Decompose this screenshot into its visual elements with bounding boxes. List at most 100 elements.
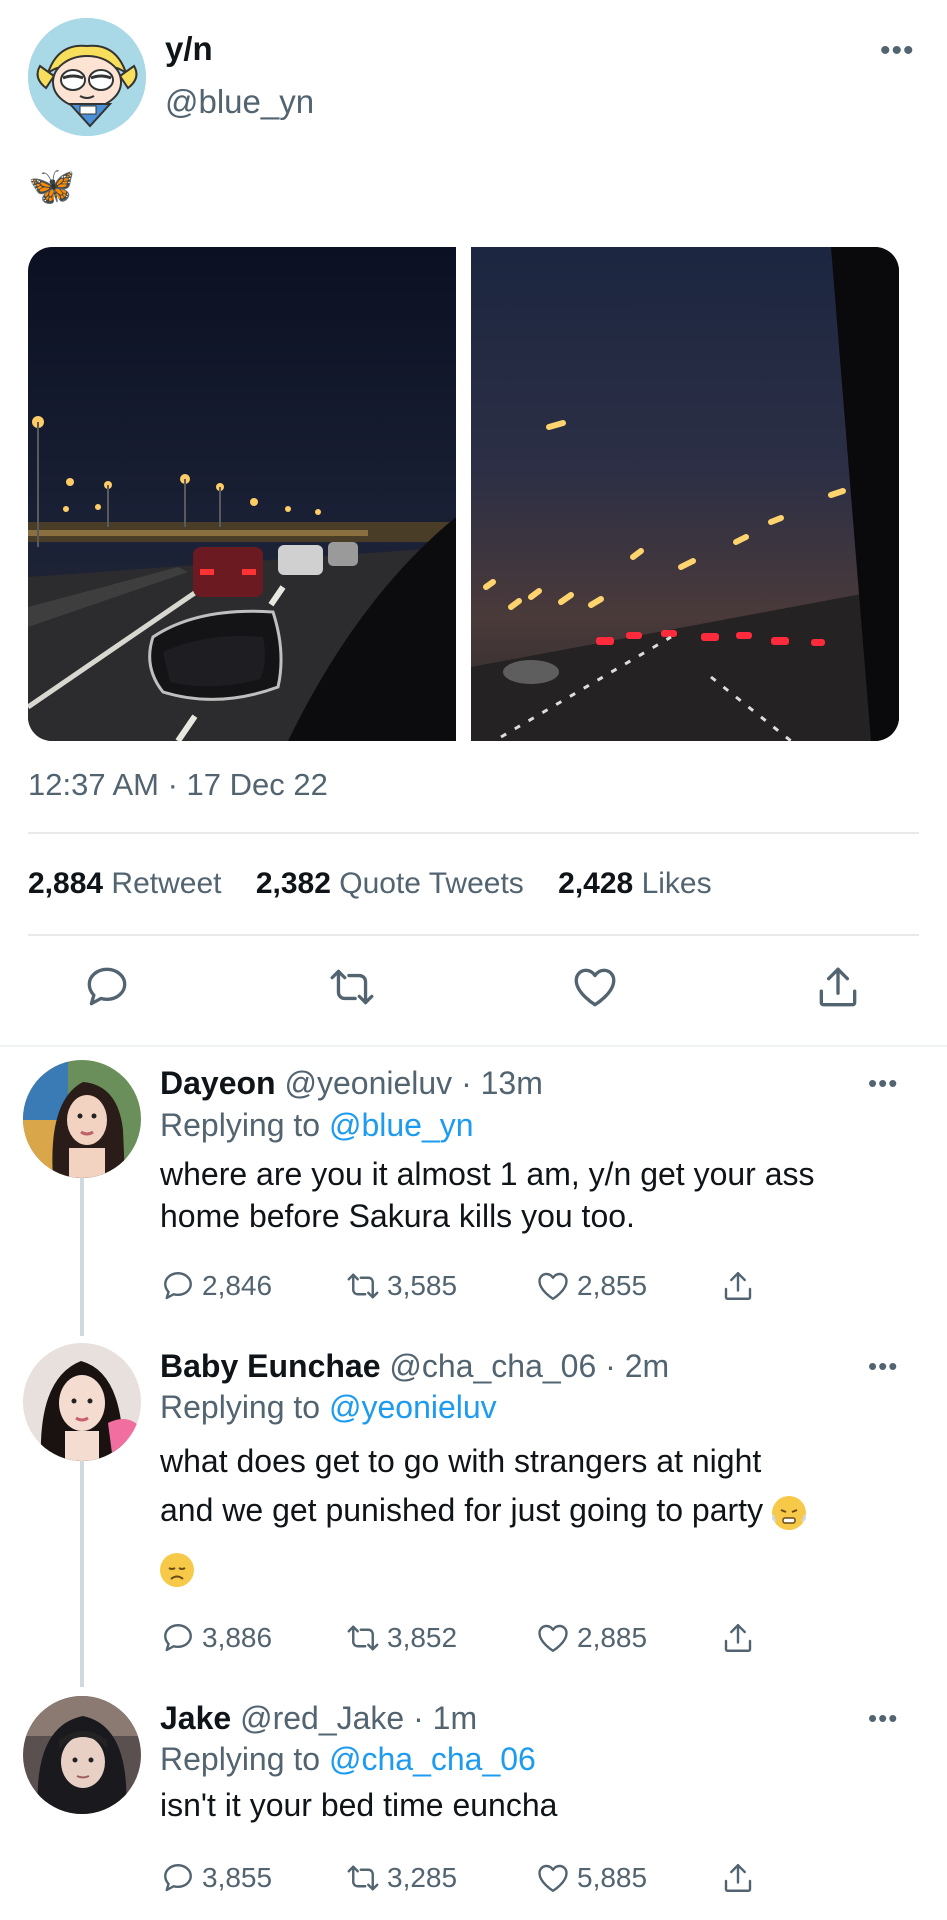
heart-icon	[538, 1272, 568, 1300]
reply-header: Jake @red_Jake · 1m	[160, 1700, 477, 1737]
heart-icon	[574, 968, 616, 1007]
more-dots-icon[interactable]: •••	[868, 1353, 898, 1379]
reply-text-line: what does get to go with strangers at ni…	[160, 1443, 762, 1479]
retweet-count: 3,285	[387, 1862, 458, 1893]
reply-author-name[interactable]: Dayeon	[160, 1065, 276, 1101]
powerpuff-avatar-image	[28, 18, 146, 136]
like-count: 5,885	[577, 1862, 648, 1893]
like-button[interactable]: 5,885	[535, 1858, 647, 1898]
speech-bubble-icon	[87, 967, 127, 1006]
mention-link[interactable]: @blue_yn	[329, 1107, 474, 1143]
reply-button[interactable]: 3,886	[160, 1618, 272, 1658]
disappointed-face-emoji-icon	[160, 1552, 194, 1587]
tweet-text: 🦋	[28, 168, 75, 206]
more-dots-icon[interactable]: •••	[868, 1070, 898, 1096]
replying-prefix: Replying to	[160, 1741, 321, 1777]
author-handle[interactable]: @blue_yn	[165, 83, 314, 121]
share-upload-icon	[724, 1864, 752, 1892]
like-button[interactable]: 2,885	[535, 1618, 647, 1658]
tweet-stats: 2,884 Retweet 2,382 Quote Tweets 2,428 L…	[28, 867, 738, 901]
eunchae-avatar-image	[23, 1343, 141, 1461]
retweet-button[interactable]	[327, 962, 377, 1012]
reply-handle-time[interactable]: @yeonieluv · 13m	[284, 1065, 542, 1101]
replying-to: Replying to @yeonieluv	[160, 1389, 497, 1426]
reply-button[interactable]	[82, 962, 132, 1012]
avatar[interactable]	[23, 1060, 141, 1178]
reply-text: where are you it almost 1 am, y/n get yo…	[160, 1153, 900, 1237]
reply-button[interactable]: 3,855	[160, 1858, 272, 1898]
retweet-arrows-icon	[347, 1273, 379, 1299]
retweet-button[interactable]: 3,852	[345, 1618, 457, 1658]
reply-text-line-with-emoji: and we get punished for just going to pa…	[160, 1486, 900, 1535]
tweet-timestamp[interactable]: 12:37 AM · 17 Dec 22	[28, 767, 328, 803]
replying-prefix: Replying to	[160, 1107, 321, 1143]
reply-text-line: and we get punished for just going to pa…	[160, 1492, 764, 1528]
like-button[interactable]: 2,855	[535, 1266, 647, 1306]
reply-button[interactable]: 2,846	[160, 1266, 272, 1306]
like-count: 2,855	[577, 1270, 648, 1301]
replying-to: Replying to @blue_yn	[160, 1107, 474, 1144]
heart-icon	[538, 1624, 568, 1652]
retweet-count: 3,585	[387, 1270, 458, 1301]
speech-bubble-icon	[164, 1864, 192, 1892]
tweet-photo-2[interactable]	[471, 247, 899, 741]
replying-to: Replying to @cha_cha_06	[160, 1741, 536, 1778]
reply-count: 3,855	[202, 1862, 273, 1893]
quote-tweets-stat[interactable]: 2,382 Quote Tweets	[256, 867, 524, 900]
share-button[interactable]	[720, 1858, 762, 1898]
profile-avatar[interactable]	[28, 18, 146, 136]
retweet-stat[interactable]: 2,884 Retweet	[28, 867, 221, 900]
tweet-text-content: 🦋	[28, 166, 76, 208]
reply-count: 3,886	[202, 1622, 273, 1653]
reply-header: Baby Eunchae @cha_cha_06 · 2m	[160, 1348, 669, 1385]
reply-text-line-emoji	[160, 1535, 900, 1587]
more-dots-icon[interactable]: •••	[868, 1705, 898, 1731]
reply-text-line: home before Sakura kills you too.	[160, 1198, 635, 1234]
steam-face-emoji-icon	[771, 1495, 806, 1530]
avatar[interactable]	[23, 1343, 141, 1461]
retweet-count: 3,852	[387, 1622, 458, 1653]
divider	[28, 832, 919, 834]
share-button[interactable]	[813, 962, 863, 1012]
dayeon-avatar-image	[23, 1060, 141, 1178]
reply-handle-time[interactable]: @red_Jake · 1m	[240, 1700, 477, 1736]
reply-author-name[interactable]: Jake	[160, 1700, 231, 1736]
likes-label: Likes	[641, 867, 712, 900]
main-tweet: y/n @blue_yn ••• 🦋 12:37 AM · 17 Dec 22 …	[0, 0, 947, 1045]
share-button[interactable]	[720, 1618, 762, 1658]
retweet-arrows-icon	[347, 1865, 379, 1891]
reply-tweet[interactable]: Baby Eunchae @cha_cha_06 · 2m ••• Replyi…	[0, 1335, 947, 1675]
more-dots-icon[interactable]: •••	[880, 36, 915, 66]
reply-tweet[interactable]: Jake @red_Jake · 1m ••• Replying to @cha…	[0, 1688, 947, 1920]
retweet-arrows-icon	[330, 969, 374, 1005]
reply-author-name[interactable]: Baby Eunchae	[160, 1348, 381, 1384]
retweet-button[interactable]: 3,285	[345, 1858, 457, 1898]
jake-avatar-image	[23, 1696, 141, 1814]
retweet-count: 2,884	[28, 867, 104, 900]
like-button[interactable]	[570, 962, 620, 1012]
night-highway-photo	[28, 247, 456, 741]
quote-count: 2,382	[255, 867, 331, 900]
reply-handle-time[interactable]: @cha_cha_06 · 2m	[389, 1348, 669, 1384]
section-divider	[0, 1045, 947, 1047]
avatar[interactable]	[23, 1696, 141, 1814]
reply-text: isn't it your bed time euncha	[160, 1784, 900, 1826]
mention-link[interactable]: @cha_cha_06	[329, 1741, 536, 1777]
quote-label: Quote Tweets	[339, 867, 524, 900]
tweet-photo-1[interactable]	[28, 247, 456, 741]
mention-link[interactable]: @yeonieluv	[329, 1389, 497, 1425]
share-button[interactable]	[720, 1266, 762, 1306]
reply-text: what does get to go with strangers at ni…	[160, 1437, 900, 1587]
heart-icon	[538, 1864, 568, 1892]
author-display-name[interactable]: y/n	[165, 30, 213, 68]
blurry-night-road-photo	[471, 247, 899, 741]
speech-bubble-icon	[164, 1624, 192, 1652]
likes-stat[interactable]: 2,428 Likes	[558, 867, 711, 900]
reply-tweet[interactable]: Dayeon @yeonieluv · 13m ••• Replying to …	[0, 1050, 947, 1340]
reply-text-line: where are you it almost 1 am, y/n get yo…	[160, 1156, 815, 1192]
share-upload-icon	[724, 1624, 752, 1652]
replying-prefix: Replying to	[160, 1389, 321, 1425]
divider	[28, 934, 919, 936]
share-upload-icon	[819, 967, 857, 1007]
retweet-button[interactable]: 3,585	[345, 1266, 457, 1306]
